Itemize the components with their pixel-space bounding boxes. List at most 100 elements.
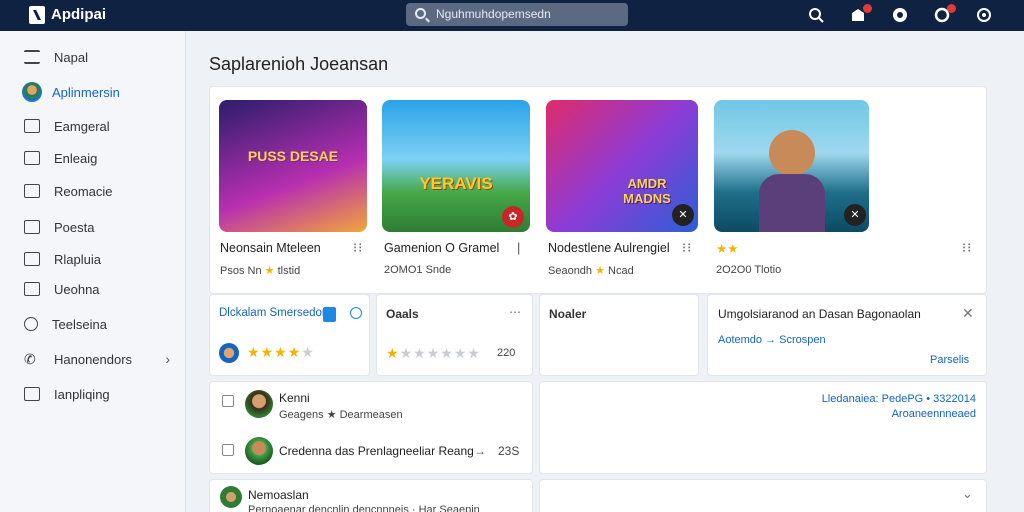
sidebar-item-aplinmersin[interactable]: Aplinmersin: [22, 81, 174, 103]
search-circle-icon[interactable]: [808, 7, 824, 23]
rating-stars: ★★★★★★★: [386, 345, 481, 362]
star-icon: ★: [264, 265, 275, 277]
star-icon: ★: [467, 345, 481, 361]
sidebar-item-reomacie[interactable]: Reomacie: [24, 180, 174, 202]
sidebar-item-napal[interactable]: Napal: [24, 46, 174, 68]
game-art-text: PUSS DESAE: [247, 148, 339, 164]
star-icon: ★: [274, 344, 288, 360]
widget-action[interactable]: Parselis: [930, 354, 969, 366]
character-body: [759, 174, 825, 232]
list-item-sub: Geagens ★ Dearmeasen: [279, 409, 403, 421]
collapsed-panel: ⌄: [539, 479, 987, 512]
target-icon[interactable]: [350, 307, 362, 319]
phone-icon: ✆: [24, 351, 36, 367]
star-icon: ★: [287, 344, 302, 360]
info-panel: Lledanaiea: PedePG • 3322014 Aroaneennne…: [539, 381, 987, 474]
more-options-icon[interactable]: ⁝⁝: [962, 240, 972, 256]
avatar: [219, 343, 239, 363]
list-panel: Kenni Geagens ★ Dearmeasen Credenna das …: [209, 381, 533, 474]
arrow-icon: →: [474, 444, 486, 458]
widget-title: Oaals: [386, 307, 419, 321]
more-options-icon[interactable]: ⁝⁝: [353, 240, 363, 256]
avatar-icon: [22, 82, 42, 102]
list-icon: [24, 50, 40, 64]
notifications-icon[interactable]: [850, 4, 872, 23]
sidebar-item-eamgeral[interactable]: Eamgeral: [24, 115, 174, 137]
game-card-2[interactable]: YERAVIS ✿: [382, 100, 530, 232]
star-icon: ★: [453, 345, 468, 361]
game-card-1[interactable]: PUSS DESAE: [219, 100, 367, 232]
widget-title: Noaler: [549, 307, 587, 321]
avatar: [245, 390, 273, 418]
star-icon: ★: [247, 344, 261, 360]
avatar: [245, 437, 273, 465]
game-meta: Psos Nn ★ tlstid: [220, 264, 300, 277]
search-input[interactable]: Nguhmuhdopemsedn: [406, 3, 628, 26]
character-art: [769, 130, 815, 176]
game-meta-right: Ncad: [608, 265, 634, 277]
list-item-name[interactable]: Kenni: [279, 391, 310, 405]
help-icon[interactable]: [892, 7, 908, 23]
app-logo-icon[interactable]: [29, 6, 45, 24]
rating-stars: ★★★★★: [247, 344, 315, 361]
sidebar-item-label: Ianpliqing: [54, 386, 110, 402]
game-meta: 2OMO1 Snde: [384, 264, 452, 276]
widget-card-3: Noaler: [539, 294, 699, 376]
clock-icon: [24, 317, 38, 331]
game-art-text: YERAVIS: [419, 174, 493, 193]
sidebar-item-rlapluia[interactable]: Rlapluia: [24, 248, 174, 270]
game-title[interactable]: ★★: [716, 241, 738, 256]
row-checkbox[interactable]: [222, 395, 234, 407]
list-item-name[interactable]: Credenna das Prenlagneeliar Reang: [279, 444, 474, 458]
widget-card-4: Umgolsiaranod an Dasan Bagonaolan ✕ Aote…: [707, 294, 987, 376]
chevron-right-icon[interactable]: ›: [165, 351, 170, 367]
settings-icon[interactable]: [976, 7, 992, 23]
game-title[interactable]: Neonsain Mteleen: [220, 241, 321, 255]
more-icon[interactable]: ⋯: [509, 305, 521, 319]
top-bar: Apdipai Nguhmuhdopemsedn: [0, 0, 1024, 31]
document-icon: [24, 151, 40, 165]
sidebar-item-ianpliqing[interactable]: Ianpliqing: [24, 383, 174, 405]
widget-title[interactable]: Dlckalam Smersedon: [219, 307, 328, 319]
chevron-down-icon[interactable]: ⌄: [962, 486, 973, 502]
avatar: [220, 486, 242, 508]
bookmark-icon[interactable]: [323, 307, 336, 322]
widget-card-1: Dlckalam Smersedon ★★★★★: [209, 294, 370, 376]
star-icon: ★: [260, 344, 275, 360]
star-icon: ★: [595, 265, 605, 277]
grid-icon: [24, 119, 40, 133]
messages-icon[interactable]: [934, 4, 956, 23]
widget-title: Umgolsiaranod an Dasan Bagonaolan: [718, 307, 921, 321]
widget-link[interactable]: Aotemdo → Scrospen: [718, 334, 826, 346]
sidebar-item-hanonendors[interactable]: ✆ Hanonendors ›: [24, 348, 174, 370]
list-item-sub: Pernoaenar dencnlin dencnnneis · Har Sea…: [248, 504, 480, 512]
game-title[interactable]: Nodestlene Aulrengiel: [548, 241, 670, 255]
more-options-icon[interactable]: ⁝⁝: [682, 240, 692, 256]
sidebar-item-label: Rlapluia: [54, 251, 101, 267]
window-icon: [24, 282, 40, 296]
sidebar-item-teelseina[interactable]: Teelseina: [24, 313, 174, 335]
sidebar-item-enleaig[interactable]: Enleaig: [24, 147, 174, 169]
sidebar-item-ueohna[interactable]: Ueohna: [24, 278, 174, 300]
sidebar-item-label: Napal: [54, 49, 88, 65]
game-meta: Seaondh ★ Ncad: [548, 264, 634, 277]
info-line[interactable]: Lledanaiea: PedePG • 3322014: [822, 393, 976, 405]
sidebar-item-poesta[interactable]: Poesta: [24, 216, 174, 238]
star-icon: ★: [399, 345, 414, 361]
list-item-name[interactable]: Nemoaslan: [248, 488, 309, 502]
info-link[interactable]: Aroaneennneaed: [892, 408, 976, 420]
game-meta-left: Seaondh: [548, 265, 593, 277]
row-checkbox[interactable]: [222, 444, 234, 456]
game-card-3[interactable]: AMDR MADNS ✕: [546, 100, 698, 232]
sidebar-item-label: Reomacie: [54, 183, 113, 199]
notification-dot: [863, 4, 872, 13]
game-badge-icon: ✕: [672, 204, 694, 226]
game-card-4[interactable]: ✕: [714, 100, 869, 232]
sidebar-item-label: Eamgeral: [54, 118, 110, 134]
game-art-text: AMDR MADNS: [623, 176, 671, 206]
game-title[interactable]: Gamenion O Gramel: [384, 241, 499, 255]
star-icon: ★: [440, 345, 454, 361]
list-item-value: 23S: [498, 444, 520, 458]
star-icon: ★: [301, 344, 315, 360]
close-icon[interactable]: ✕: [962, 305, 974, 322]
